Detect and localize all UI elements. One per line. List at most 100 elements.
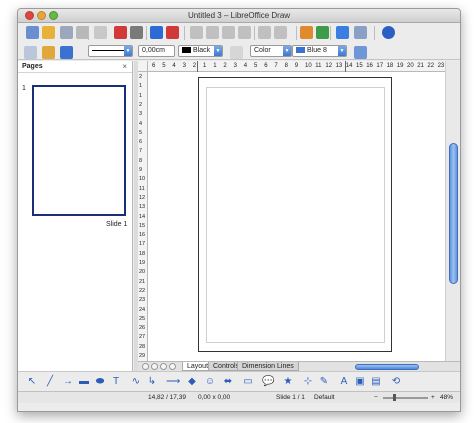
toolbar-separator xyxy=(296,26,297,40)
vertical-ruler[interactable]: 2 1 1 2 3 4 5 6 7 8 9 10 11 12 13 14 15 16 17 18 19 20 21 22 23 2… xyxy=(138,72,148,361)
page-layout-name: Default xyxy=(314,394,335,401)
print-icon[interactable] xyxy=(130,26,143,39)
first-page-button[interactable] xyxy=(142,363,149,370)
styles-icon[interactable] xyxy=(24,46,37,59)
ruler-tick-label: 7 xyxy=(139,148,143,155)
stars-icon[interactable]: ★ xyxy=(282,376,294,388)
slide-indicator: Slide 1 / 1 xyxy=(276,394,305,401)
line-icon[interactable]: ╱ xyxy=(44,376,56,388)
line-width-field[interactable]: 0,00cm xyxy=(138,45,175,57)
flowchart-icon[interactable]: ▭ xyxy=(242,376,254,388)
drawing-page[interactable] xyxy=(198,77,392,352)
lines-arrows-icon[interactable]: ⟶ xyxy=(166,376,180,388)
help-safari-icon[interactable] xyxy=(336,26,349,39)
ruler-tick-label: 21 xyxy=(417,63,424,69)
from-file-icon[interactable]: ▣ xyxy=(354,376,366,388)
glue-points-icon[interactable]: ✎ xyxy=(318,376,330,388)
extrusion-icon[interactable]: ⟲ xyxy=(390,376,402,388)
copy-icon[interactable] xyxy=(206,26,219,39)
select-icon[interactable]: ↖ xyxy=(26,376,38,388)
standard-toolbar xyxy=(18,23,460,43)
line-filling-toolbar: ▼ 0,00cm Black ▼ Color ▼ Blue 8 ▼ xyxy=(18,43,460,60)
help-icon[interactable] xyxy=(382,26,395,39)
ruler-tick-label: 1 xyxy=(139,92,143,99)
line-arrow-icon[interactable]: → xyxy=(62,376,74,388)
ellipse-icon[interactable]: ⬬ xyxy=(94,376,106,388)
line-icon[interactable] xyxy=(42,46,55,59)
points-icon[interactable]: ⊹ xyxy=(302,376,314,388)
ruler-tick-label: 1 xyxy=(213,63,217,69)
spellcheck-icon[interactable] xyxy=(150,26,163,39)
ruler-tick-label: 22 xyxy=(427,63,435,69)
horizontal-ruler[interactable]: 6 5 4 3 2 1 1 2 3 4 5 6 7 8 9 10 11 12 13 14 15 16 17 18 19 20 21 2… xyxy=(148,61,445,72)
last-page-button[interactable] xyxy=(169,363,176,370)
area-color-select[interactable]: Blue 8 ▼ xyxy=(292,45,347,57)
drawing-canvas[interactable] xyxy=(148,72,445,361)
ruler-tick-label: 3 xyxy=(233,63,237,69)
rectangle-icon[interactable]: ▬ xyxy=(78,376,90,388)
basic-shapes-icon[interactable]: ◆ xyxy=(186,376,198,388)
title-bar: Untitled 3 – LibreOffice Draw xyxy=(18,9,460,23)
edit-file-icon[interactable] xyxy=(94,26,107,39)
undo-icon[interactable] xyxy=(258,26,271,39)
ruler-tick-label: 9 xyxy=(139,167,143,173)
line-style-select[interactable]: ▼ xyxy=(88,45,133,57)
autospellcheck-icon[interactable] xyxy=(166,26,179,39)
ruler-tick-label: 11 xyxy=(139,185,145,192)
horizontal-scroll-thumb[interactable] xyxy=(355,364,419,370)
tab-dimension-lines[interactable]: Dimension Lines xyxy=(237,362,299,371)
zoom-slider[interactable] xyxy=(383,397,428,399)
zoom-in-button[interactable]: + xyxy=(431,394,435,401)
save-icon[interactable] xyxy=(60,26,73,39)
redo-icon[interactable] xyxy=(274,26,287,39)
new-icon[interactable] xyxy=(26,26,39,39)
area-style-select[interactable]: Color ▼ xyxy=(250,45,292,57)
slide-thumbnail[interactable] xyxy=(32,85,126,216)
shadow-icon[interactable] xyxy=(354,46,367,59)
vertical-scrollbar[interactable] xyxy=(445,61,460,361)
paste-icon[interactable] xyxy=(222,26,235,39)
text-icon[interactable]: T xyxy=(110,376,122,388)
ruler-tick-label: 2 xyxy=(192,63,197,69)
ruler-tick-label: 12 xyxy=(325,63,333,69)
drawing-toolbar: ↖ ╱ → ▬ ⬬ T ∿ ↳ ⟶ ◆ ☺ ⬌ ▭ 💬 ★ ⊹ ✎ A ▣ ▤ ⟲ xyxy=(18,371,460,391)
page-margin-guide xyxy=(206,87,385,343)
zoom-level[interactable]: 48% xyxy=(440,394,453,401)
block-arrows-icon[interactable]: ⬌ xyxy=(222,376,234,388)
zoom-pan-icon[interactable] xyxy=(354,26,367,39)
fontwork-icon[interactable]: A xyxy=(338,376,350,388)
clone-formatting-icon[interactable] xyxy=(238,26,251,39)
symbol-shapes-icon[interactable]: ☺ xyxy=(204,376,216,388)
ruler-tick-label: 10 xyxy=(305,63,312,69)
next-page-button[interactable] xyxy=(160,363,167,370)
zoom-slider-knob[interactable] xyxy=(393,394,396,401)
navigator-icon[interactable] xyxy=(316,26,329,39)
ruler-tick-label: 8 xyxy=(284,63,288,69)
callouts-icon[interactable]: 💬 xyxy=(262,376,274,388)
ruler-tick-label: 7 xyxy=(274,63,278,69)
chevron-down-icon: ▼ xyxy=(338,46,346,56)
gallery-icon[interactable]: ▤ xyxy=(370,376,382,388)
previous-page-button[interactable] xyxy=(151,363,158,370)
cut-icon[interactable] xyxy=(190,26,203,39)
export-pdf-icon[interactable] xyxy=(114,26,127,39)
ruler-tick-label: 2 xyxy=(139,74,143,80)
close-icon[interactable]: × xyxy=(122,62,127,71)
curve-icon[interactable]: ∿ xyxy=(130,376,142,388)
connector-icon[interactable]: ↳ xyxy=(146,376,158,388)
area-icon[interactable] xyxy=(230,46,243,59)
window-title: Untitled 3 – LibreOffice Draw xyxy=(187,11,291,20)
arrow-style-icon[interactable] xyxy=(60,46,73,59)
line-color-select[interactable]: Black ▼ xyxy=(178,45,223,57)
pages-header: Pages × xyxy=(18,61,132,73)
ruler-tick-label: 20 xyxy=(407,63,414,69)
chevron-down-icon: ▼ xyxy=(283,46,291,56)
chart-icon[interactable] xyxy=(300,26,313,39)
ruler-tick-label: 17 xyxy=(376,63,384,69)
vertical-scroll-thumb[interactable] xyxy=(449,143,458,284)
ruler-tick-label: 11 xyxy=(315,63,322,69)
zoom-out-button[interactable]: − xyxy=(374,394,378,401)
open-icon[interactable] xyxy=(42,26,55,39)
ruler-tick-label: 17 xyxy=(139,241,146,248)
ruler-tick-label: 15 xyxy=(356,63,363,69)
